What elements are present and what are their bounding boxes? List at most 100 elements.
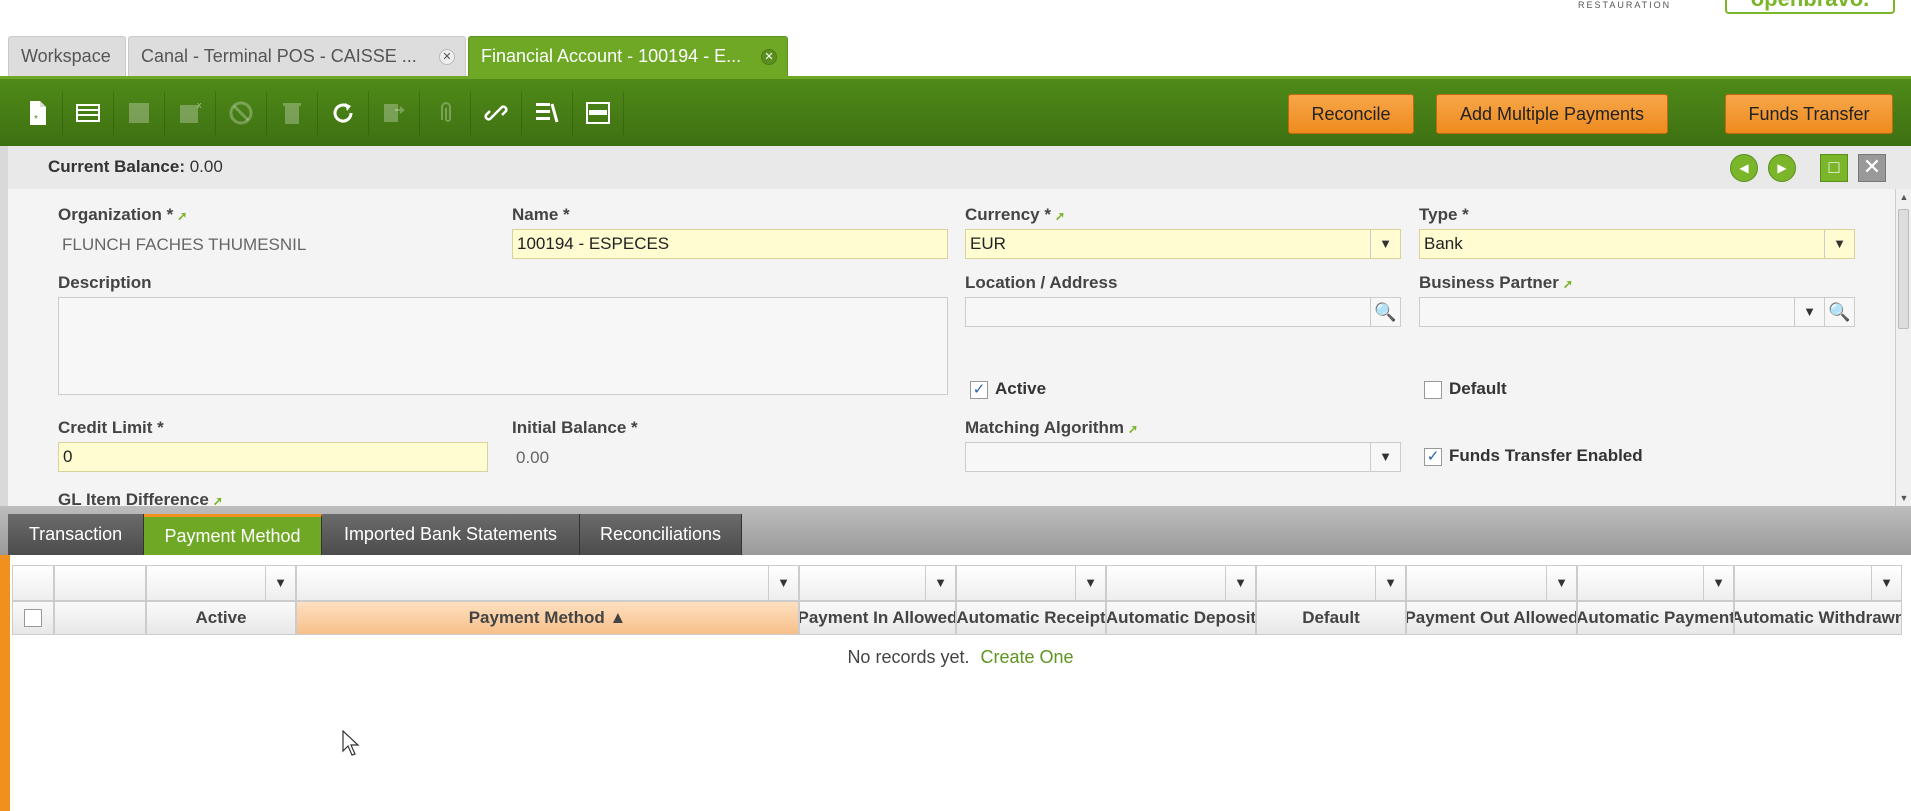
- type-label: Type *: [1419, 205, 1469, 224]
- attachment-icon[interactable]: [420, 91, 471, 135]
- filter-automatic-receipt[interactable]: ▼: [956, 565, 1106, 601]
- next-record-icon[interactable]: ▶: [1768, 154, 1796, 182]
- active-checkbox[interactable]: ✓: [970, 381, 988, 399]
- header-payment-in-allowed[interactable]: Payment In Allowed: [799, 601, 956, 635]
- link-icon[interactable]: [471, 91, 522, 135]
- empty-grid-message: No records yet. Create One: [10, 647, 1911, 668]
- search-icon[interactable]: 🔍: [1370, 298, 1400, 326]
- filter-automatic-payment[interactable]: ▼: [1577, 565, 1734, 601]
- grid-view-icon[interactable]: [573, 91, 624, 135]
- credit-limit-field[interactable]: 0: [58, 442, 488, 472]
- previous-record-icon[interactable]: ◀: [1730, 154, 1758, 182]
- chevron-down-icon[interactable]: ▼: [1871, 566, 1901, 600]
- credit-limit-label: Credit Limit *: [58, 418, 164, 437]
- link-arrow-icon[interactable]: ➚: [1563, 277, 1573, 291]
- funds-transfer-enabled-checkbox[interactable]: ✓: [1424, 448, 1442, 466]
- tab-label: Canal - Terminal POS - CAISSE ...: [141, 46, 417, 66]
- tab-transaction[interactable]: Transaction: [8, 514, 144, 555]
- location-field[interactable]: 🔍: [965, 297, 1401, 327]
- tab-imported-bank-statements[interactable]: Imported Bank Statements: [322, 514, 580, 555]
- active-label: Active: [995, 379, 1047, 398]
- export-icon[interactable]: [369, 91, 420, 135]
- tools-icon[interactable]: [522, 91, 573, 135]
- business-partner-field[interactable]: ▼ 🔍: [1419, 297, 1855, 327]
- chevron-down-icon[interactable]: ▼: [1075, 566, 1105, 600]
- filter-payment-out-allowed[interactable]: ▼: [1406, 565, 1577, 601]
- chevron-down-icon[interactable]: ▼: [1370, 230, 1400, 258]
- tab-canal-terminal-pos[interactable]: Canal - Terminal POS - CAISSE ... ✕: [128, 36, 466, 76]
- tab-label: Financial Account - 100194 - E...: [481, 46, 742, 66]
- header-payment-out-allowed[interactable]: Payment Out Allowed: [1406, 601, 1577, 635]
- form-scrollbar[interactable]: ▲ ▼: [1895, 189, 1911, 506]
- chevron-down-icon[interactable]: ▼: [1703, 566, 1733, 600]
- search-icon[interactable]: 🔍: [1824, 298, 1854, 326]
- current-balance-value: 0.00: [189, 157, 223, 176]
- save-close-icon[interactable]: x: [165, 91, 216, 135]
- header-automatic-withdrawn[interactable]: Automatic Withdrawn: [1734, 601, 1902, 635]
- new-document-icon[interactable]: *: [12, 91, 63, 135]
- filter-payment-in-allowed[interactable]: ▼: [799, 565, 956, 601]
- tab-payment-method[interactable]: Payment Method: [144, 514, 322, 555]
- select-all-checkbox[interactable]: [24, 609, 42, 627]
- filter-active[interactable]: ▼: [146, 565, 296, 601]
- chevron-down-icon[interactable]: ▼: [265, 566, 295, 600]
- header-automatic-payment[interactable]: Automatic Payment: [1577, 601, 1734, 635]
- header-automatic-receipt[interactable]: Automatic Receipt: [956, 601, 1106, 635]
- header-blank: [54, 601, 146, 635]
- close-tab-icon[interactable]: ✕: [439, 49, 455, 65]
- delete-icon[interactable]: [267, 91, 318, 135]
- link-arrow-icon[interactable]: ➚: [177, 209, 187, 223]
- type-value: Bank: [1424, 234, 1463, 253]
- chevron-down-icon[interactable]: ▼: [1370, 443, 1400, 471]
- filter-payment-method[interactable]: ▼: [296, 565, 799, 601]
- header-default[interactable]: Default: [1256, 601, 1406, 635]
- undo-icon[interactable]: [216, 91, 267, 135]
- tab-financial-account[interactable]: Financial Account - 100194 - E... ✕: [468, 36, 788, 76]
- chevron-down-icon[interactable]: ▼: [1824, 230, 1854, 258]
- funds-transfer-enabled-label: Funds Transfer Enabled: [1449, 446, 1643, 465]
- tab-workspace[interactable]: Workspace: [8, 36, 126, 76]
- create-one-link[interactable]: Create One: [981, 647, 1074, 667]
- filter-automatic-deposit[interactable]: ▼: [1106, 565, 1256, 601]
- tab-reconciliations[interactable]: Reconciliations: [580, 514, 742, 555]
- chevron-down-icon[interactable]: ▼: [925, 566, 955, 600]
- link-arrow-icon[interactable]: ➚: [1055, 209, 1065, 223]
- select-all-cell: [12, 601, 54, 635]
- organization-value: FLUNCH FACHES THUMESNIL: [62, 235, 307, 254]
- header-active[interactable]: Active: [146, 601, 296, 635]
- chevron-down-icon[interactable]: ▼: [768, 566, 798, 600]
- filter-automatic-withdrawn[interactable]: ▼: [1734, 565, 1902, 601]
- link-arrow-icon[interactable]: ➚: [213, 494, 223, 506]
- header-automatic-deposit[interactable]: Automatic Deposit: [1106, 601, 1256, 635]
- close-tab-icon[interactable]: ✕: [761, 49, 777, 65]
- chevron-down-icon[interactable]: ▼: [1794, 298, 1824, 326]
- link-arrow-icon[interactable]: ➚: [1128, 422, 1138, 436]
- maximize-icon[interactable]: □: [1820, 154, 1848, 182]
- chevron-down-icon[interactable]: ▼: [1225, 566, 1255, 600]
- scroll-up-icon[interactable]: ▲: [1896, 189, 1911, 205]
- save-icon[interactable]: [114, 91, 165, 135]
- refresh-icon[interactable]: [318, 91, 369, 135]
- description-field[interactable]: [58, 297, 948, 395]
- filter-default[interactable]: ▼: [1256, 565, 1406, 601]
- funds-transfer-button[interactable]: Funds Transfer: [1725, 94, 1893, 134]
- header-payment-method[interactable]: Payment Method ▲: [296, 601, 799, 635]
- close-form-icon[interactable]: ✕: [1858, 154, 1886, 182]
- currency-select[interactable]: EUR ▼: [965, 229, 1401, 259]
- add-multiple-payments-button[interactable]: Add Multiple Payments: [1436, 94, 1668, 134]
- chevron-down-icon[interactable]: ▼: [1375, 566, 1405, 600]
- scrollbar-thumb[interactable]: [1898, 209, 1909, 329]
- gl-item-difference-label: GL Item Difference ➚: [58, 490, 223, 506]
- reconcile-button[interactable]: Reconcile: [1288, 94, 1414, 134]
- payment-method-grid: ▼ ▼ ▼ ▼ ▼ ▼ ▼ ▼ ▼ Active Payment Method …: [0, 555, 1911, 811]
- initial-balance-value: 0.00: [516, 448, 550, 467]
- new-row-icon[interactable]: [63, 91, 114, 135]
- chevron-down-icon[interactable]: ▼: [1546, 566, 1576, 600]
- scroll-down-icon[interactable]: ▼: [1896, 490, 1911, 506]
- default-checkbox[interactable]: [1424, 381, 1442, 399]
- matching-algorithm-select[interactable]: ▼: [965, 442, 1401, 472]
- currency-value: EUR: [970, 234, 1006, 253]
- type-select[interactable]: Bank ▼: [1419, 229, 1855, 259]
- svg-text:x: x: [197, 100, 202, 110]
- name-field[interactable]: 100194 - ESPECES: [512, 229, 948, 259]
